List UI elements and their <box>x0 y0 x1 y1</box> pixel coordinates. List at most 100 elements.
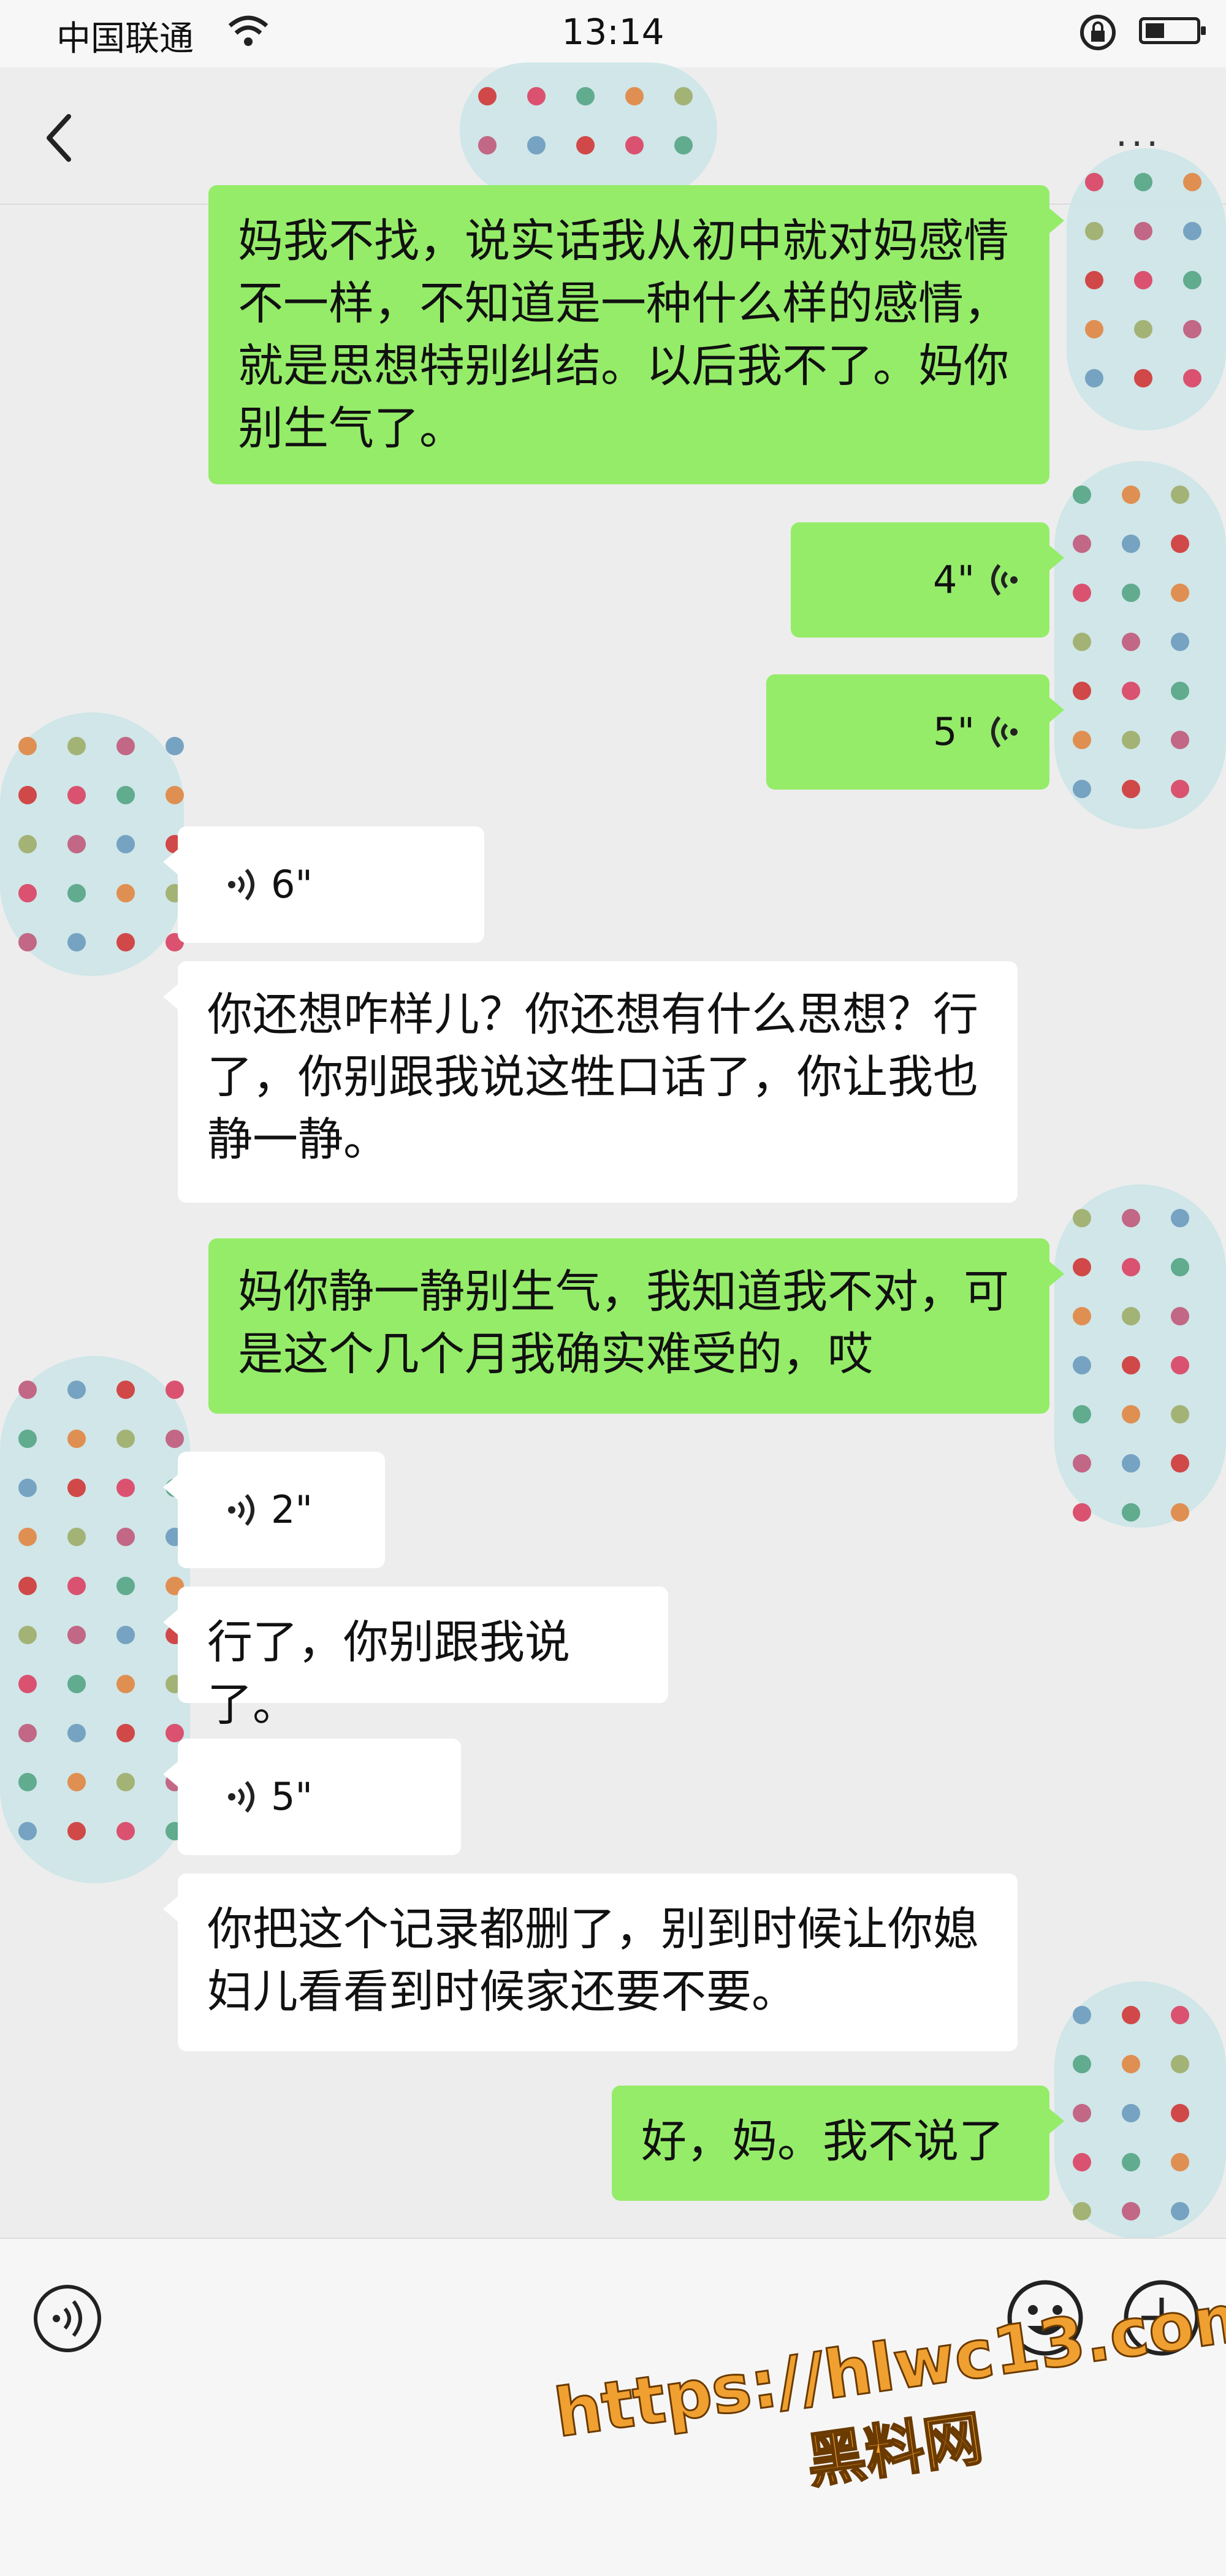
mask-dot <box>1073 1356 1091 1374</box>
voice-input-icon[interactable] <box>31 2282 104 2355</box>
voice-message-sent[interactable]: 5" <box>766 674 1064 790</box>
voice-message-received[interactable]: 2" <box>163 1452 385 1568</box>
mask-dot <box>576 136 595 154</box>
mask-dot <box>1122 2153 1140 2171</box>
message-bubble-sent[interactable]: 好，妈。我不说了 <box>612 2086 1064 2201</box>
mask-dot <box>1171 1356 1189 1374</box>
mask-dot <box>116 786 135 804</box>
mask-dot <box>1073 584 1091 602</box>
mask-dot <box>18 1724 37 1742</box>
mask-dot <box>1171 584 1189 602</box>
mask-dot <box>478 136 497 154</box>
mask-dot <box>1122 633 1140 651</box>
mask-dot <box>1171 2055 1189 2073</box>
mask-dot <box>1171 535 1189 553</box>
mask-dot <box>1171 1209 1189 1227</box>
mask-dot <box>67 835 86 853</box>
mask-dot <box>1134 222 1152 240</box>
mask-dot <box>166 786 184 804</box>
mask-dot <box>1073 731 1091 749</box>
voice-duration: 2" <box>271 1487 313 1532</box>
mask-dot <box>1183 320 1201 338</box>
mask-dot <box>1183 173 1201 191</box>
mask-dot <box>18 1822 37 1840</box>
mask-dot <box>1073 780 1091 798</box>
mask-dot <box>1171 731 1189 749</box>
voice-message-received[interactable]: 5" <box>163 1739 461 1855</box>
mask-dot <box>18 1577 37 1595</box>
mask-dot <box>67 933 86 951</box>
voice-wave-icon <box>228 869 254 901</box>
mask-dot <box>1122 1503 1140 1522</box>
chat-area[interactable]: 妈我不找，说实话我从初中就对妈感情不一样，不知道是一种什么样的感情，就是思想特别… <box>0 63 1226 2239</box>
message-bubble-received[interactable]: 你把这个记录都删了，别到时候让你媳妇儿看看到时候家还要不要。 <box>163 1873 1018 2051</box>
mask-dot <box>1171 633 1189 651</box>
mask-dot <box>1122 731 1140 749</box>
mask-dot <box>1073 633 1091 651</box>
mask-dot <box>67 1479 86 1497</box>
mask-dot <box>1171 780 1189 798</box>
mask-dot <box>1122 2055 1140 2073</box>
rotation-lock-icon <box>1080 15 1116 50</box>
mask-dot <box>1183 222 1201 240</box>
mask-dot <box>67 1675 86 1693</box>
mask-dot <box>1073 2202 1091 2220</box>
mask-dot <box>166 1381 184 1399</box>
mask-dot <box>67 1430 86 1448</box>
mask-dot <box>478 87 497 105</box>
mask-dot <box>1171 1503 1189 1522</box>
voice-duration: 6" <box>271 862 313 907</box>
mask-dot <box>1171 2006 1189 2024</box>
message-bubble-sent[interactable]: 妈你静一静别生气，我知道我不对，可是这个几个月我确实难受的，哎 <box>208 1238 1064 1414</box>
mask-dot <box>67 1626 86 1644</box>
mask-dot <box>1122 1405 1140 1423</box>
mask-dot <box>1073 535 1091 553</box>
mask-dot <box>18 1430 37 1448</box>
voice-duration: 4" <box>933 557 975 602</box>
voice-message-sent[interactable]: 4" <box>791 522 1064 638</box>
mask-dot <box>67 1822 86 1840</box>
mask-dot <box>1073 486 1091 504</box>
voice-wave-icon <box>228 1494 254 1526</box>
mask-dot <box>1171 682 1189 700</box>
mask-dot <box>18 835 37 853</box>
mask-dot <box>166 1430 184 1448</box>
mask-dot <box>1122 2202 1140 2220</box>
mask-dot <box>1122 1454 1140 1473</box>
mask-dot <box>1183 369 1201 387</box>
mask-dot <box>1122 535 1140 553</box>
mask-dot <box>1134 271 1152 289</box>
avatar <box>0 1356 190 1883</box>
mask-dot <box>1085 320 1103 338</box>
mask-dot <box>116 933 135 951</box>
mask-dot <box>116 737 135 755</box>
mask-dot <box>674 136 693 154</box>
mask-dot <box>67 884 86 902</box>
mask-dot <box>116 1675 135 1693</box>
mask-dot <box>116 1822 135 1840</box>
avatar <box>460 63 717 197</box>
mask-dot <box>674 87 693 105</box>
mask-dot <box>67 1577 86 1595</box>
avatar <box>0 712 184 976</box>
mask-dot <box>116 1773 135 1791</box>
message-bubble-received[interactable]: 你还想咋样儿？你还想有什么思想？行了，你别跟我说这牲口话了，你让我也静一静。 <box>163 961 1018 1203</box>
avatar <box>1054 1981 1226 2239</box>
mask-dot <box>1085 173 1103 191</box>
message-bubble-sent[interactable]: 妈我不找，说实话我从初中就对妈感情不一样，不知道是一种什么样的感情，就是思想特别… <box>208 185 1064 484</box>
mask-dot <box>18 737 37 755</box>
mask-dot <box>1171 1454 1189 1473</box>
mask-dot <box>1122 1258 1140 1276</box>
mask-dot <box>67 1773 86 1791</box>
clock: 13:14 <box>562 11 664 53</box>
mask-dot <box>527 87 546 105</box>
battery-icon <box>1139 17 1206 44</box>
mask-dot <box>116 1528 135 1546</box>
mask-dot <box>1085 222 1103 240</box>
message-bubble-received[interactable]: 行了，你别跟我说了。 <box>163 1587 668 1731</box>
mask-dot <box>1073 2006 1091 2024</box>
mask-dot <box>18 884 37 902</box>
voice-message-received[interactable]: 6" <box>163 826 484 943</box>
chevron-left-icon[interactable] <box>31 104 92 172</box>
mask-dot <box>1171 2153 1189 2171</box>
